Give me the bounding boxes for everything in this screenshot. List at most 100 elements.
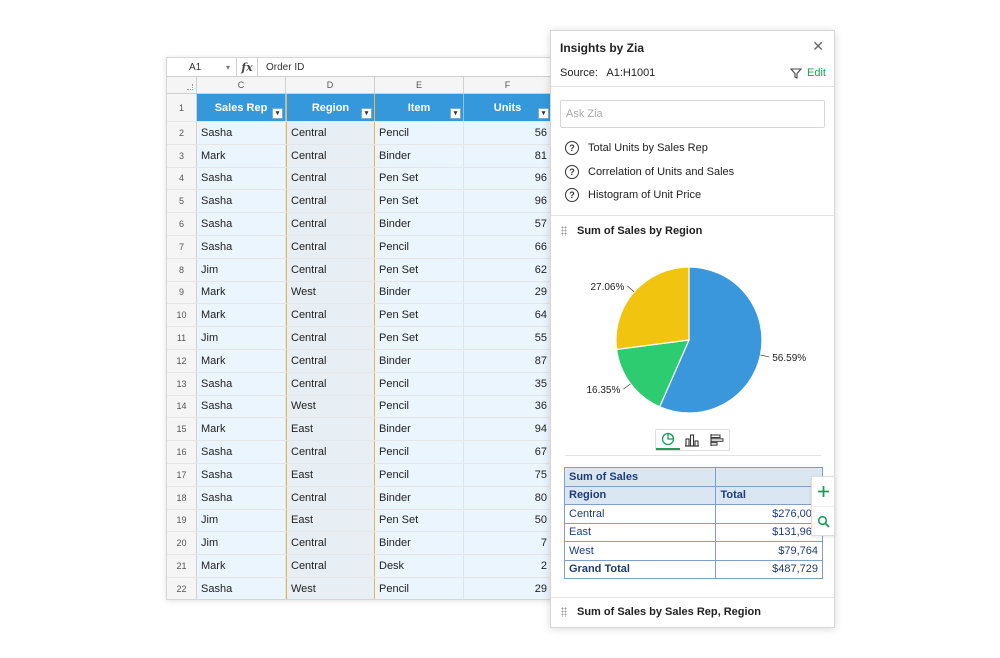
row-number[interactable]: 12 [167,349,197,372]
cell-sales-rep[interactable]: Mark [197,304,286,327]
cell-item[interactable]: Pencil [375,463,464,486]
row-number[interactable]: 16 [167,441,197,463]
formula-input[interactable]: Order ID [257,58,555,77]
cell-sales-rep[interactable]: Sasha [197,190,286,213]
cell-item[interactable]: Pen Set [375,509,464,532]
suggestion-histogram[interactable]: ? Histogram of Unit Price [565,188,701,202]
cell-units[interactable]: 57 [464,213,552,235]
cell-sales-rep[interactable]: Sasha [197,372,286,395]
function-icon[interactable]: fx [237,61,257,74]
cell-item[interactable]: Binder [375,349,464,372]
cell-region[interactable]: Central [286,486,375,509]
pie-chart[interactable]: 56.59% 16.35% 27.06% [551,256,836,426]
row-number[interactable]: 14 [167,395,197,418]
cell-units[interactable]: 64 [464,304,552,327]
column-header-c[interactable]: C [197,77,286,93]
row-number[interactable]: 4 [167,167,197,190]
cell-item[interactable]: Pencil [375,235,464,258]
cell-region[interactable]: Central [286,532,375,555]
header-cell-region[interactable]: Region ▾ [286,94,375,121]
cell-item[interactable]: Binder [375,418,464,441]
column-header-e[interactable]: E [375,77,464,93]
cell-item[interactable]: Binder [375,486,464,509]
cell-sales-rep[interactable]: Jim [197,327,286,349]
suggestion-total-units[interactable]: ? Total Units by Sales Rep [565,141,708,155]
cell-units[interactable]: 56 [464,122,552,144]
cell-units[interactable]: 67 [464,441,552,463]
ask-zia-input[interactable] [560,100,825,128]
cell-sales-rep[interactable]: Mark [197,281,286,304]
row-number[interactable]: 15 [167,418,197,441]
cell-units[interactable]: 29 [464,577,552,599]
close-icon[interactable]: ✕ [812,38,824,55]
edit-source-button[interactable]: Edit [790,67,826,79]
row-number[interactable]: 22 [167,577,197,599]
row-number[interactable]: 18 [167,486,197,509]
row-number[interactable]: 10 [167,304,197,327]
filter-dropdown-icon[interactable]: ▾ [361,108,372,119]
cell-region[interactable]: Central [286,144,375,167]
column-chart-icon[interactable] [680,430,704,450]
cell-sales-rep[interactable]: Mark [197,144,286,167]
header-cell-item[interactable]: Item ▾ [375,94,464,121]
cell-units[interactable]: 80 [464,486,552,509]
row-number[interactable]: 9 [167,281,197,304]
header-cell-units[interactable]: Units ▾ [464,94,552,121]
cell-item[interactable]: Pen Set [375,304,464,327]
cell-sales-rep[interactable]: Jim [197,258,286,281]
row-number[interactable]: 11 [167,327,197,349]
column-header-d[interactable]: D [286,77,375,93]
cell-region[interactable]: Central [286,167,375,190]
row-number[interactable]: 17 [167,463,197,486]
cell-units[interactable]: 96 [464,167,552,190]
cell-region[interactable]: West [286,577,375,599]
add-to-sheet-button[interactable] [812,477,834,506]
cell-units[interactable]: 81 [464,144,552,167]
cell-units[interactable]: 36 [464,395,552,418]
cell-sales-rep[interactable]: Sasha [197,463,286,486]
pie-chart-icon[interactable] [656,430,681,450]
row-number[interactable]: 6 [167,213,197,235]
cell-reference-box[interactable]: A1 ▾ [167,58,237,77]
row-number[interactable]: 7 [167,235,197,258]
cell-region[interactable]: Central [286,122,375,144]
cell-units[interactable]: 96 [464,190,552,213]
cell-units[interactable]: 50 [464,509,552,532]
cell-item[interactable]: Pencil [375,122,464,144]
cell-region[interactable]: Central [286,235,375,258]
cell-region[interactable]: Central [286,213,375,235]
cell-region[interactable]: Central [286,372,375,395]
cell-region[interactable]: Central [286,555,375,577]
cell-units[interactable]: 29 [464,281,552,304]
cell-sales-rep[interactable]: Sasha [197,395,286,418]
row-number[interactable]: 21 [167,555,197,577]
cell-region[interactable]: Central [286,304,375,327]
cell-sales-rep[interactable]: Sasha [197,213,286,235]
cell-sales-rep[interactable]: Sasha [197,441,286,463]
cell-units[interactable]: 87 [464,349,552,372]
cell-units[interactable]: 35 [464,372,552,395]
cell-region[interactable]: Central [286,349,375,372]
cell-region[interactable]: Central [286,258,375,281]
cell-sales-rep[interactable]: Sasha [197,122,286,144]
explore-button[interactable] [812,506,834,535]
cell-region[interactable]: West [286,395,375,418]
cell-region[interactable]: East [286,463,375,486]
cell-item[interactable]: Pencil [375,372,464,395]
cell-item[interactable]: Pen Set [375,190,464,213]
header-cell-sales-rep[interactable]: Sales Rep ▾ [197,94,286,121]
cell-item[interactable]: Pencil [375,441,464,463]
row-number[interactable]: 19 [167,509,197,532]
cell-item[interactable]: Binder [375,213,464,235]
select-all-corner[interactable] [167,77,197,93]
cell-sales-rep[interactable]: Sasha [197,577,286,599]
cell-sales-rep[interactable]: Jim [197,509,286,532]
row-number[interactable]: 8 [167,258,197,281]
cell-item[interactable]: Pen Set [375,258,464,281]
drag-handle-icon[interactable] [561,607,567,617]
cell-units[interactable]: 7 [464,532,552,555]
filter-dropdown-icon[interactable]: ▾ [450,108,461,119]
row-number[interactable]: 20 [167,532,197,555]
cell-sales-rep[interactable]: Sasha [197,486,286,509]
chevron-down-icon[interactable]: ▾ [226,63,230,72]
